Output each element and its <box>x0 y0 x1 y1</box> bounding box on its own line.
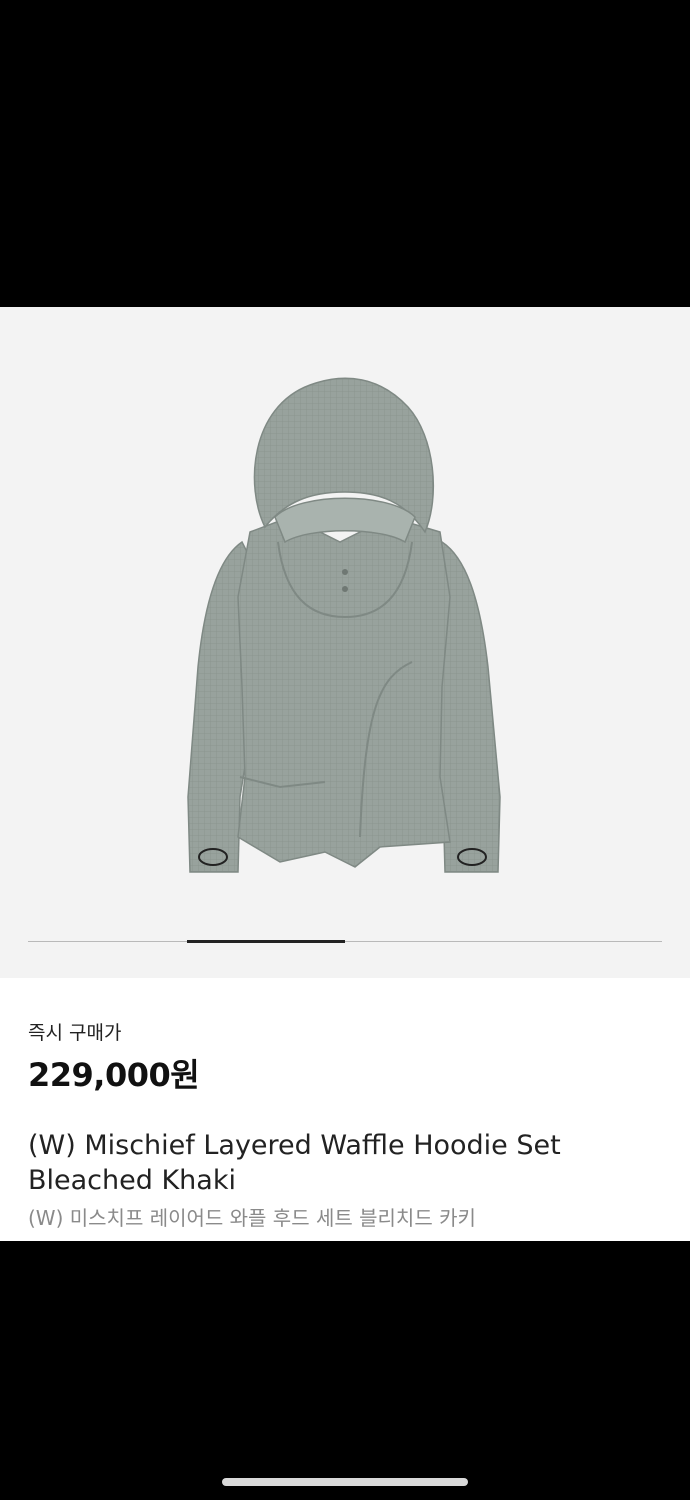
carousel-progress-track <box>28 940 662 943</box>
bottom-black-bar <box>0 1241 690 1500</box>
product-title-english[interactable]: (W) Mischief Layered Waffle Hoodie Set B… <box>28 1128 648 1198</box>
price-value: 229,000원 <box>28 1056 200 1094</box>
instant-buy-price-label: 즉시 구매가 <box>28 1022 122 1044</box>
home-indicator-bar[interactable] <box>222 1478 468 1486</box>
top-black-bar <box>0 0 690 307</box>
product-image[interactable] <box>150 367 540 907</box>
carousel-progress-indicator <box>186 940 345 943</box>
product-info-section: 즉시 구매가 229,000원 (W) Mischief Layered Waf… <box>0 978 690 1241</box>
product-image-carousel[interactable] <box>0 307 690 978</box>
product-title-korean: (W) 미스치프 레이어드 와플 후드 세트 블리치드 카키 <box>28 1206 476 1230</box>
